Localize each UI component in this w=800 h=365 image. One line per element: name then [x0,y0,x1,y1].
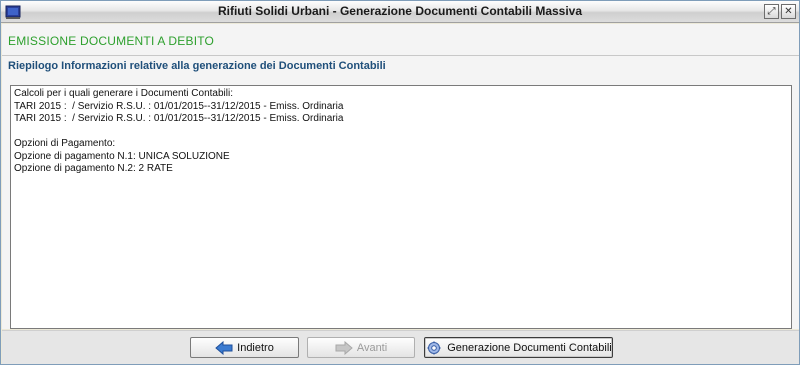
back-button[interactable]: Indietro [190,337,299,358]
main-window: Rifiuti Solidi Urbani - Generazione Docu… [0,0,800,365]
next-button[interactable]: Avanti [307,337,415,358]
close-icon[interactable]: ✕ [781,4,796,19]
next-label: Avanti [356,341,388,354]
divider [2,55,799,56]
section-subtitle: Riepilogo Informazioni relative alla gen… [8,60,386,72]
restore-icon[interactable]: ⤢ [764,4,779,19]
button-bar: Indietro Avanti Generazione Documenti Co… [2,330,799,364]
summary-line: TARI 2015 : / Servizio R.S.U. : 01/01/20… [14,113,344,124]
summary-line: TARI 2015 : / Servizio R.S.U. : 01/01/20… [14,100,344,112]
generate-label: Generazione Documenti Contabili [447,341,612,354]
summary-line: Opzioni di Pagamento: [14,138,116,149]
arrow-right-icon [335,340,353,355]
summary-line: Opzione di pagamento N.2: 2 RATE [14,163,173,174]
summary-line: Calcoli per i quali generare i Documenti… [14,88,233,99]
summary-line [14,126,788,139]
summary-line: Opzione di pagamento N.1: UNICA SOLUZION… [14,150,230,162]
gear-icon [425,341,443,355]
generate-button[interactable]: Generazione Documenti Contabili [424,337,613,358]
back-label: Indietro [237,341,274,354]
section-title: EMISSIONE DOCUMENTI A DEBITO [8,34,215,48]
summary-textarea[interactable]: Calcoli per i quali generare i Documenti… [10,85,792,329]
window-title: Rifiuti Solidi Urbani - Generazione Docu… [217,4,583,18]
arrow-left-icon [215,340,233,355]
title-bar[interactable]: Rifiuti Solidi Urbani - Generazione Docu… [1,1,799,23]
content-area: EMISSIONE DOCUMENTI A DEBITO Riepilogo I… [2,24,799,329]
